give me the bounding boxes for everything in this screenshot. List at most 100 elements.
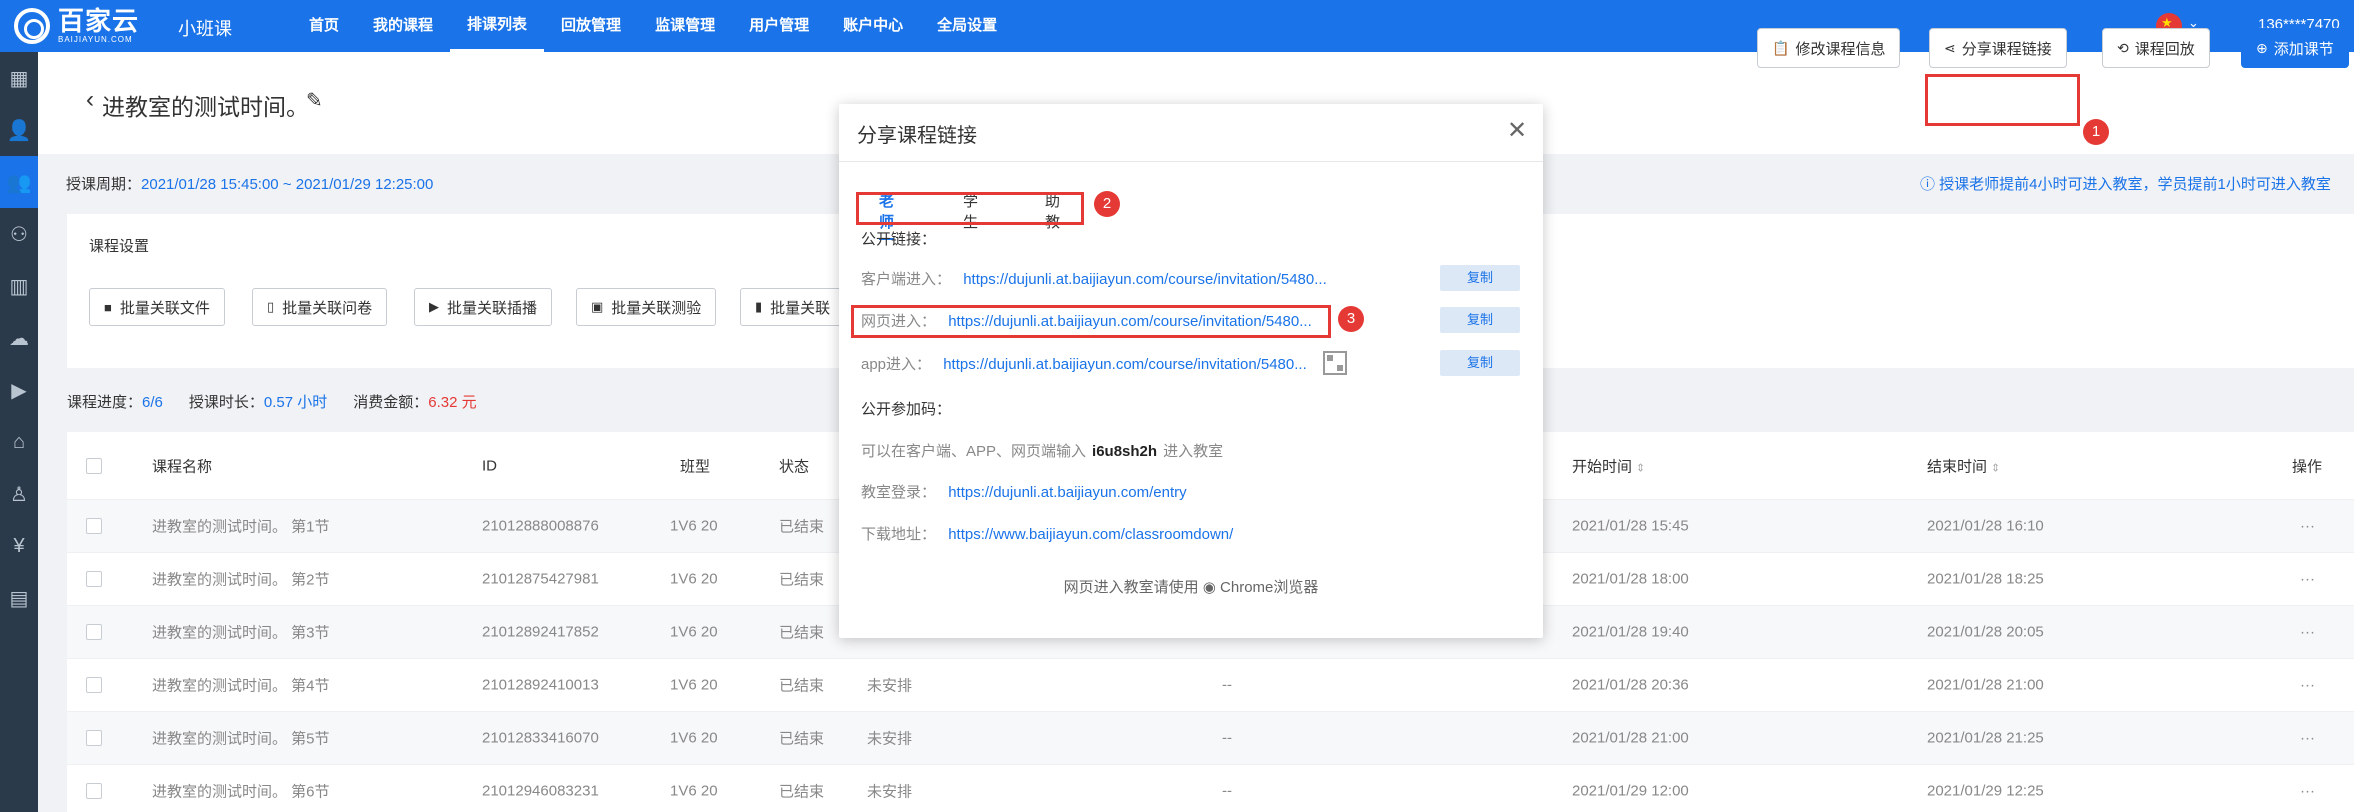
more-actions-icon[interactable]: ···: [2300, 677, 2315, 694]
add-lesson-button[interactable]: ⊕ 添加课节: [2241, 28, 2349, 68]
lesson-start: 2021/01/28 19:40: [1572, 623, 1689, 641]
public-link-label: 公开链接：: [861, 231, 937, 248]
edit-title-icon[interactable]: ✎: [306, 88, 323, 113]
lesson-name[interactable]: 进教室的测试时间。 第6节: [152, 781, 330, 802]
col-status: 状态: [779, 458, 810, 475]
sort-icon: ⇕: [1636, 462, 1646, 474]
more-actions-icon[interactable]: ···: [2300, 783, 2315, 800]
row-checkbox[interactable]: [86, 518, 102, 534]
nav-account[interactable]: 账户中心: [826, 0, 920, 52]
lesson-end: 2021/01/28 21:25: [1927, 729, 2044, 747]
classroom-login-label: 教室登录：: [861, 484, 937, 501]
download-link[interactable]: https://www.baijiayun.com/classroomdown/: [948, 526, 1233, 543]
sidebar-yen-icon[interactable]: ¥: [0, 520, 38, 572]
nav-users[interactable]: 用户管理: [732, 0, 826, 52]
lesson-name[interactable]: 进教室的测试时间。 第3节: [152, 622, 330, 643]
lesson-status: 已结束: [779, 677, 825, 695]
nav-schedule-list[interactable]: 排课列表: [450, 0, 545, 52]
client-entry-link[interactable]: https://dujunli.at.baijiayun.com/course/…: [963, 271, 1327, 288]
progress-label: 课程进度：: [67, 394, 143, 411]
sidebar-person-icon[interactable]: ♙: [0, 468, 38, 520]
lesson-class-type: 1V6 20: [670, 729, 718, 747]
qr-code-icon[interactable]: [1323, 351, 1347, 375]
nav-my-courses[interactable]: 我的课程: [356, 0, 450, 52]
sidebar-org-icon[interactable]: ⌂: [0, 416, 38, 468]
public-code-row: 可以在客户端、APP、网页端输入 i6u8sh2h 进入教室: [861, 440, 1223, 461]
nav-global-settings[interactable]: 全局设置: [920, 0, 1014, 52]
browser-tip: 网页进入教室请使用 ◉ Chrome浏览器: [839, 576, 1543, 597]
batch-link-insert-button[interactable]: ▶ 批量关联插播: [414, 288, 553, 326]
col-end-time[interactable]: 结束时间 ⇕: [1927, 455, 2000, 476]
lesson-status: 已结束: [779, 783, 825, 801]
lesson-name[interactable]: 进教室的测试时间。 第2节: [152, 569, 330, 590]
batch-link-quiz-button[interactable]: ▣ 批量关联测验: [576, 288, 717, 326]
logo-main-text: 百家云: [58, 6, 140, 36]
batch-link-files-button[interactable]: ■ 批量关联文件: [89, 288, 225, 326]
nav-playback[interactable]: 回放管理: [544, 0, 638, 52]
row-checkbox[interactable]: [86, 624, 102, 640]
batch-link-more-button[interactable]: ▮ 批量关联: [740, 288, 846, 326]
close-icon[interactable]: ✕: [1507, 116, 1527, 145]
more-actions-icon[interactable]: ···: [2300, 730, 2315, 747]
page-title: 进教室的测试时间。: [102, 94, 309, 120]
sidebar-user-icon[interactable]: 👤: [0, 104, 38, 156]
edit-course-info-button[interactable]: 📋 修改课程信息: [1757, 28, 1901, 68]
copy-app-link-button[interactable]: 复制: [1440, 350, 1520, 376]
lesson-name[interactable]: 进教室的测试时间。 第1节: [152, 516, 330, 537]
col-start-time[interactable]: 开始时间 ⇕: [1572, 455, 1645, 476]
info-icon: ⓘ: [1920, 176, 1940, 193]
col-class-type: 班型: [680, 458, 711, 475]
lesson-dash: --: [1222, 676, 1232, 694]
annotation-badge-1: 1: [2083, 119, 2109, 145]
row-checkbox[interactable]: [86, 677, 102, 693]
folder-icon: ■: [104, 299, 112, 315]
batch-link-survey-button[interactable]: ▯ 批量关联问卷: [252, 288, 388, 326]
document-icon: ▯: [267, 299, 275, 314]
course-playback-button[interactable]: ⟲ 课程回放: [2102, 28, 2210, 68]
copy-web-link-button[interactable]: 复制: [1440, 307, 1520, 333]
sort-icon: ⇕: [1991, 462, 2001, 474]
add-lesson-label: 添加课节: [2273, 40, 2334, 58]
sidebar-grid-icon[interactable]: ▦: [0, 52, 38, 104]
public-code-label: 公开参加码：: [861, 401, 952, 418]
sidebar-play-icon[interactable]: ▶: [0, 364, 38, 416]
clipboard-icon: 📋: [1772, 39, 1790, 56]
copy-client-link-button[interactable]: 复制: [1440, 265, 1520, 291]
classroom-login-link[interactable]: https://dujunli.at.baijiayun.com/entry: [948, 484, 1186, 501]
annotation-badge-2: 2: [1094, 191, 1120, 217]
lesson-status: 已结束: [779, 624, 825, 642]
table-row: 进教室的测试时间。 第5节 21012833416070 1V6 20 已结束 …: [67, 712, 2354, 765]
duration-label: 授课时长：: [188, 394, 264, 411]
brand-logo[interactable]: 百家云 BAIJIAYUN.COM: [14, 6, 139, 46]
col-name: 课程名称: [152, 458, 213, 475]
sidebar-group-icon[interactable]: 👥: [0, 156, 38, 208]
sidebar-building-icon[interactable]: ▥: [0, 260, 38, 312]
sidebar-cloud-icon[interactable]: ☁: [0, 312, 38, 364]
download-label: 下载地址：: [861, 526, 937, 543]
lesson-end: 2021/01/28 16:10: [1927, 517, 2044, 535]
lesson-class-type: 1V6 20: [670, 676, 718, 694]
sidebar-team-icon[interactable]: ⚇: [0, 208, 38, 260]
app-entry-link[interactable]: https://dujunli.at.baijiayun.com/course/…: [943, 356, 1307, 373]
fee-label: 消费金额：: [353, 394, 429, 411]
share-course-link-button[interactable]: ⋖ 分享课程链接: [1929, 28, 2067, 68]
lesson-name[interactable]: 进教室的测试时间。 第5节: [152, 728, 330, 749]
lesson-id: 21012946083231: [482, 782, 599, 800]
row-checkbox[interactable]: [86, 730, 102, 746]
more-actions-icon[interactable]: ···: [2300, 571, 2315, 588]
back-icon[interactable]: ‹: [86, 86, 94, 114]
sidebar-folder-icon[interactable]: ▤: [0, 572, 38, 624]
nav-home[interactable]: 首页: [292, 0, 356, 52]
lesson-name[interactable]: 进教室的测试时间。 第4节: [152, 675, 330, 696]
row-checkbox[interactable]: [86, 571, 102, 587]
lesson-class-type: 1V6 20: [670, 782, 718, 800]
lesson-class-type: 1V6 20: [670, 570, 718, 588]
select-all-checkbox[interactable]: [86, 457, 102, 474]
more-actions-icon[interactable]: ···: [2300, 624, 2315, 641]
more-actions-icon[interactable]: ···: [2300, 518, 2315, 535]
nav-monitor[interactable]: 监课管理: [638, 0, 732, 52]
course-stats: 课程进度：6/6 授课时长：0.57 小时 消费金额：6.32 元: [67, 391, 477, 412]
settings-title: 课程设置: [89, 238, 150, 255]
row-checkbox[interactable]: [86, 783, 102, 799]
product-name: 小班课: [178, 19, 232, 39]
